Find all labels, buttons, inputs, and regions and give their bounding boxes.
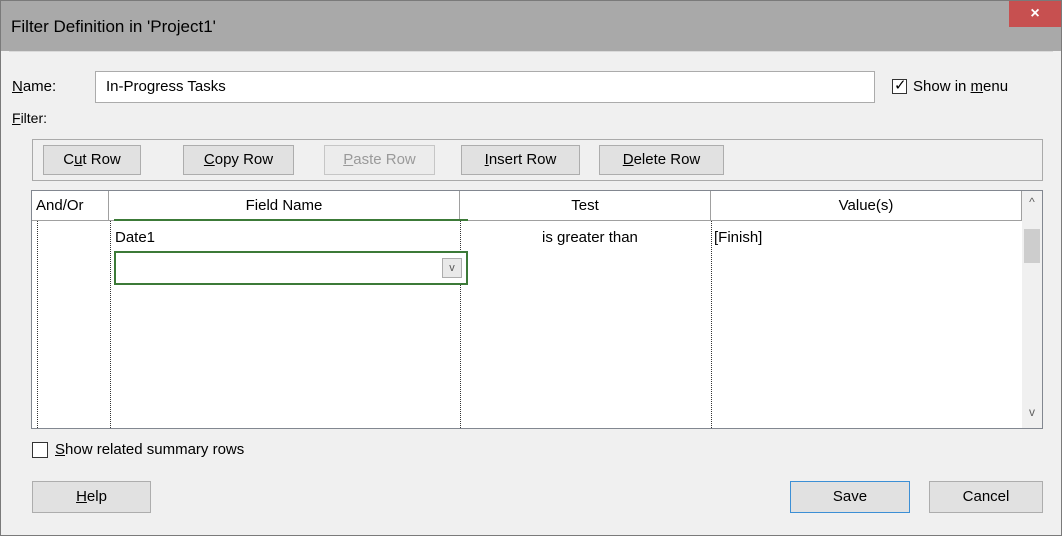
paste-row-button[interactable]: Paste Row [324,145,435,175]
header-test[interactable]: Test [460,191,711,221]
copy-row-button[interactable]: Copy Row [183,145,294,175]
field-name-dropdown[interactable]: v [114,251,468,285]
name-input[interactable]: In-Progress Tasks [95,71,875,103]
dialog-content: Name: In-Progress Tasks ✓ Show in menu F… [9,51,1053,528]
row-toolbar: Cut Row Copy Row Paste Row Insert Row De… [32,139,1043,181]
column-focus-indicator [114,219,468,221]
show-related-label[interactable]: Show related summary rows [55,441,244,458]
grid-divider [110,221,111,428]
show-related-checkbox[interactable] [32,442,48,458]
header-and-or[interactable]: And/Or [32,191,109,221]
save-button[interactable]: Save [790,481,910,513]
dialog-title: Filter Definition in 'Project1' [11,17,216,36]
name-label: Name: [12,78,57,95]
cell-test[interactable]: is greater than [542,229,638,246]
delete-row-button[interactable]: Delete Row [599,145,724,175]
help-button[interactable]: Help [32,481,151,513]
close-icon: × [1030,5,1040,22]
scroll-up-icon[interactable]: ^ [1022,195,1042,209]
close-button[interactable]: × [1009,1,1061,27]
show-in-menu-label[interactable]: Show in menu [913,78,1008,95]
insert-row-button[interactable]: Insert Row [461,145,580,175]
checkmark-icon: ✓ [894,77,907,94]
cell-field-name[interactable]: Date1 [115,229,155,246]
grid-divider [711,221,712,428]
cancel-button[interactable]: Cancel [929,481,1043,513]
scroll-down-icon[interactable]: v [1022,405,1042,419]
show-in-menu-checkbox[interactable]: ✓ [892,77,907,94]
title-bar: Filter Definition in 'Project1' × [1,1,1061,51]
chevron-down-icon[interactable]: v [442,258,462,278]
filter-definition-dialog: Filter Definition in 'Project1' × Name: … [0,0,1062,536]
cut-row-button[interactable]: Cut Row [43,145,141,175]
header-values[interactable]: Value(s) [711,191,1022,221]
filter-grid[interactable]: And/Or Field Name Test Value(s) Date1 is… [31,190,1043,429]
vertical-scrollbar[interactable]: ^ v [1022,191,1042,428]
filter-label: Filter: [12,110,48,126]
scrollbar-thumb[interactable] [1024,229,1040,263]
cell-values[interactable]: [Finish] [714,229,762,246]
header-field-name[interactable]: Field Name [109,191,460,221]
grid-divider [37,221,38,428]
